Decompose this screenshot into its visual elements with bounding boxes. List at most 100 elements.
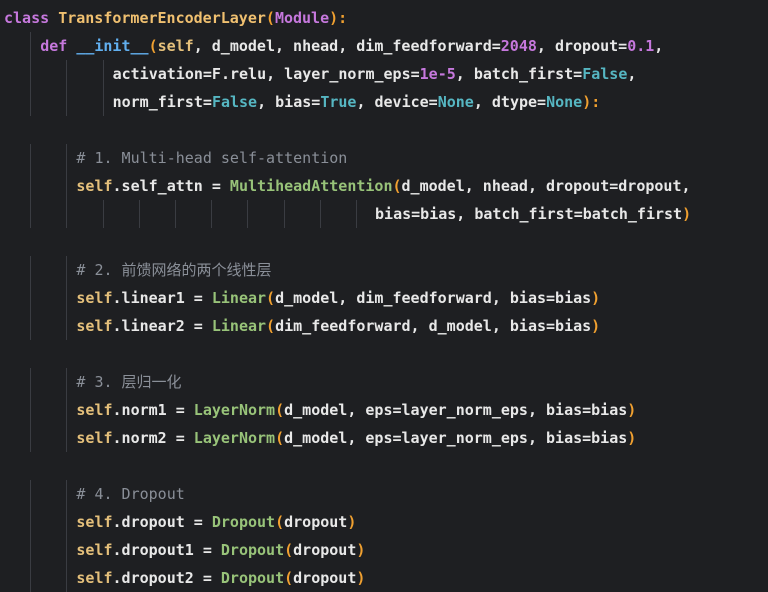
code-token: self	[76, 429, 113, 447]
code-token: False	[582, 65, 628, 83]
code-line[interactable]: self.dropout1 = Dropout(dropout)	[4, 536, 768, 564]
code-token: None	[437, 93, 474, 111]
code-token: Dropout	[220, 569, 285, 587]
blank-line[interactable]	[4, 340, 768, 368]
blank-line[interactable]	[4, 116, 768, 144]
code-text: def __init__(self, d_model, nhead, dim_f…	[4, 37, 663, 55]
code-text: self.linear1 = Linear(d_model, dim_feedf…	[4, 289, 600, 307]
code-token: self	[76, 569, 113, 587]
code-token: dim_feedforward, d_model, bias=bias	[275, 317, 592, 335]
code-token: (	[275, 401, 285, 419]
code-token: (	[265, 9, 275, 27]
code-token: # 1. Multi-head self-attention	[76, 149, 348, 167]
code-line[interactable]: self.norm1 = LayerNorm(d_model, eps=laye…	[4, 396, 768, 424]
code-token: LayerNorm	[193, 401, 276, 419]
code-text: # 3. 层归一化	[4, 373, 182, 391]
code-text: self.dropout = Dropout(dropout)	[4, 513, 356, 531]
code-text: self.dropout2 = Dropout(dropout)	[4, 569, 365, 587]
code-line[interactable]: self.self_attn = MultiheadAttention(d_mo…	[4, 172, 768, 200]
code-line[interactable]: def __init__(self, d_model, nhead, dim_f…	[4, 32, 768, 60]
code-token: .norm2 =	[112, 429, 194, 447]
code-token: ):	[582, 93, 601, 111]
code-token: )	[627, 429, 637, 447]
code-line[interactable]: activation=F.relu, layer_norm_eps=1e-5, …	[4, 60, 768, 88]
code-text: norm_first=False, bias=True, device=None…	[4, 93, 601, 111]
code-text: self.self_attn = MultiheadAttention(d_mo…	[4, 177, 691, 195]
code-line[interactable]: self.norm2 = LayerNorm(d_model, eps=laye…	[4, 424, 768, 452]
code-token: MultiheadAttention	[229, 177, 393, 195]
code-token: LayerNorm	[193, 429, 276, 447]
code-token: False	[211, 93, 258, 111]
code-token: , dropout=	[536, 37, 628, 55]
code-text: class TransformerEncoderLayer(Module):	[4, 9, 347, 27]
code-token: d_model, eps=layer_norm_eps, bias=bias	[284, 429, 628, 447]
code-token: (	[275, 429, 285, 447]
blank-line[interactable]	[4, 452, 768, 480]
code-token: ):	[329, 9, 348, 27]
code-line[interactable]: self.linear2 = Linear(dim_feedforward, d…	[4, 312, 768, 340]
code-token: .norm1 =	[112, 401, 194, 419]
code-token: dropout	[293, 569, 357, 587]
code-token: self	[76, 513, 113, 531]
code-token: d_model, nhead, dropout=dropout,	[401, 177, 691, 195]
code-token: Dropout	[211, 513, 276, 531]
code-token: , batch_first=	[455, 65, 583, 83]
code-token: d_model, eps=layer_norm_eps, bias=bias	[284, 401, 628, 419]
code-token: , d_model, nhead, dim_feedforward=	[193, 37, 501, 55]
code-text: bias=bias, batch_first=batch_first)	[4, 205, 691, 223]
code-token: .dropout2 =	[112, 569, 221, 587]
code-token: )	[356, 569, 366, 587]
code-line[interactable]: bias=bias, batch_first=batch_first)	[4, 200, 768, 228]
code-token: __init__	[76, 37, 149, 55]
code-text: self.linear2 = Linear(dim_feedforward, d…	[4, 317, 600, 335]
code-line[interactable]: class TransformerEncoderLayer(Module):	[4, 4, 768, 32]
code-token: # 3. 层归一化	[76, 373, 182, 391]
code-token: .dropout =	[112, 513, 212, 531]
code-token: Linear	[211, 317, 267, 335]
code-token: class	[4, 9, 59, 27]
code-token: bias=bias, batch_first=batch_first	[366, 205, 683, 223]
code-token: .self_attn =	[112, 177, 230, 195]
code-token: )	[347, 513, 357, 531]
code-line[interactable]: # 2. 前馈网络的两个线性层	[4, 256, 768, 284]
code-token: .linear1 =	[112, 289, 212, 307]
code-token: , bias=	[257, 93, 321, 111]
code-token: Module	[274, 9, 330, 27]
code-line[interactable]: self.dropout = Dropout(dropout)	[4, 508, 768, 536]
code-token: Linear	[211, 289, 267, 307]
code-text: self.norm1 = LayerNorm(d_model, eps=laye…	[4, 401, 636, 419]
code-line[interactable]: norm_first=False, bias=True, device=None…	[4, 88, 768, 116]
code-token: )	[591, 289, 601, 307]
code-token: 1e-5	[419, 65, 456, 83]
code-token: def	[40, 37, 77, 55]
code-token: self	[157, 37, 194, 55]
code-token: ,	[654, 37, 664, 55]
code-token: (	[266, 289, 276, 307]
code-editor[interactable]: class TransformerEncoderLayer(Module): de…	[0, 0, 768, 592]
code-token: , dtype=	[473, 93, 547, 111]
code-token: )	[682, 205, 692, 223]
code-line[interactable]: self.dropout2 = Dropout(dropout)	[4, 564, 768, 592]
code-text: self.dropout1 = Dropout(dropout)	[4, 541, 365, 559]
code-token: (	[284, 569, 294, 587]
code-text: # 2. 前馈网络的两个线性层	[4, 261, 271, 279]
code-token: dropout	[293, 541, 357, 559]
code-line[interactable]: self.linear1 = Linear(d_model, dim_feedf…	[4, 284, 768, 312]
code-line[interactable]: # 3. 层归一化	[4, 368, 768, 396]
code-token: norm_first=	[112, 93, 212, 111]
code-token: # 4. Dropout	[76, 485, 185, 503]
code-token: )	[627, 401, 637, 419]
code-line[interactable]: # 4. Dropout	[4, 480, 768, 508]
code-area[interactable]: class TransformerEncoderLayer(Module): de…	[4, 4, 768, 592]
code-text: activation=F.relu, layer_norm_eps=1e-5, …	[4, 65, 637, 83]
code-text: # 1. Multi-head self-attention	[4, 149, 347, 167]
code-token: dropout	[284, 513, 348, 531]
blank-line[interactable]	[4, 228, 768, 256]
code-token: (	[284, 541, 294, 559]
code-token: self	[76, 401, 113, 419]
code-token: 0.1	[627, 37, 655, 55]
code-token: )	[356, 541, 366, 559]
code-line[interactable]: # 1. Multi-head self-attention	[4, 144, 768, 172]
code-token: Dropout	[220, 541, 285, 559]
code-token: (	[148, 37, 158, 55]
